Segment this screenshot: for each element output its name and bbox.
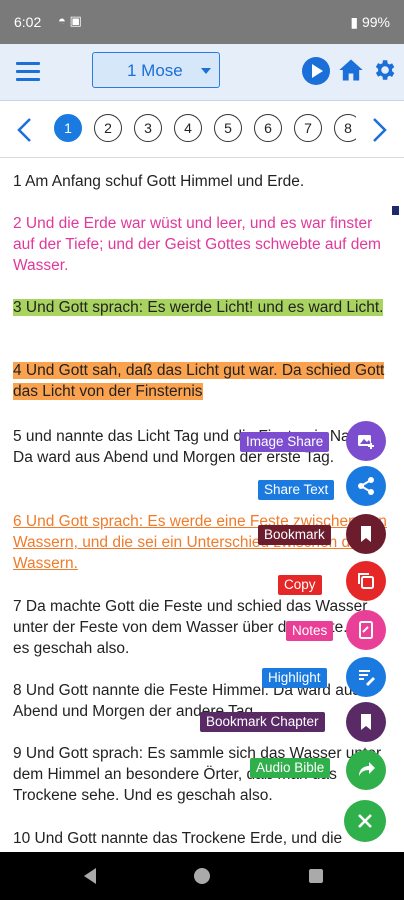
chapter-6[interactable]: 6 xyxy=(254,114,282,142)
status-bar: 6:02 ◓ ▣ ▮ 99% xyxy=(0,0,404,44)
image-share-label[interactable]: Image Share xyxy=(240,432,330,452)
bookmark-icon xyxy=(361,526,371,542)
battery-percent: 99% xyxy=(361,14,390,30)
chapter-5[interactable]: 5 xyxy=(214,114,242,142)
home-circle-icon[interactable] xyxy=(194,868,210,884)
book-dropdown-value: 1 Mose xyxy=(127,61,183,80)
status-time: 6:02 xyxy=(14,14,42,30)
verse-content[interactable]: 1 Am Anfang schuf Gott Himmel und Erde. … xyxy=(0,158,404,852)
chapter-7[interactable]: 7 xyxy=(294,114,322,142)
chapter-1[interactable]: 1 xyxy=(54,114,82,142)
close-icon xyxy=(358,814,372,828)
close-fab-button[interactable] xyxy=(344,800,386,842)
app-bar: 1 Mose xyxy=(0,44,404,101)
chapter-8[interactable]: 8 xyxy=(334,114,356,142)
share-text-label[interactable]: Share Text xyxy=(258,480,335,500)
notes-label[interactable]: Notes xyxy=(286,621,334,641)
gear-icon[interactable] xyxy=(371,57,397,83)
chevron-right-icon[interactable] xyxy=(368,117,390,143)
bookmark-icon xyxy=(392,206,399,215)
copy-button[interactable] xyxy=(346,561,386,601)
battery-level: ▮ 99% xyxy=(350,14,390,30)
verse-10[interactable]: 10 Und Gott nannte das Trockene Erde, un… xyxy=(13,828,391,849)
image-share-icon xyxy=(358,435,374,449)
bookmark-chapter-button[interactable] xyxy=(346,702,386,742)
notes-button[interactable] xyxy=(346,610,386,650)
chevron-down-icon xyxy=(201,68,211,74)
back-icon[interactable] xyxy=(84,868,96,884)
verse-1[interactable]: 1 Am Anfang schuf Gott Himmel und Erde. xyxy=(13,171,391,192)
book-dropdown[interactable]: 1 Mose xyxy=(92,52,220,88)
chapter-3[interactable]: 3 xyxy=(134,114,162,142)
home-icon[interactable] xyxy=(337,56,365,84)
system-nav-bar xyxy=(0,852,404,900)
audio-bible-label[interactable]: Audio Bible xyxy=(250,758,331,778)
chevron-left-icon[interactable] xyxy=(14,117,36,143)
verse-9[interactable]: 9 Und Gott sprach: Es sammle sich das Wa… xyxy=(13,743,391,806)
verse-3[interactable]: 3 Und Gott sprach: Es werde Licht! und e… xyxy=(13,297,391,318)
audio-share-icon xyxy=(359,762,375,776)
bookmark-chapter-label[interactable]: Bookmark Chapter xyxy=(200,712,325,732)
chapter-2[interactable]: 2 xyxy=(94,114,122,142)
share-icon xyxy=(358,477,374,495)
copy-icon xyxy=(358,573,374,589)
copy-label[interactable]: Copy xyxy=(278,575,322,595)
highlight-icon xyxy=(359,670,375,686)
audio-bible-button[interactable] xyxy=(346,750,386,790)
menu-icon[interactable] xyxy=(16,62,40,82)
notes-icon xyxy=(359,621,373,639)
chapter-bar: 12345678 xyxy=(0,101,404,158)
share-text-button[interactable] xyxy=(346,466,386,506)
chapter-4[interactable]: 4 xyxy=(174,114,202,142)
bookmark-chapter-icon xyxy=(361,714,371,730)
chapter-list: 12345678 xyxy=(54,114,356,146)
verse-2[interactable]: 2 Und die Erde war wüst und leer, und es… xyxy=(13,213,391,276)
bookmark-button[interactable] xyxy=(346,514,386,554)
recent-apps-icon[interactable] xyxy=(309,869,323,883)
verse-5[interactable]: 5 und nannte das Licht Tag und die Finst… xyxy=(13,426,391,468)
play-icon[interactable] xyxy=(302,57,330,85)
verse-6[interactable]: 6 Und Gott sprach: Es werde eine Feste z… xyxy=(13,511,391,574)
image-share-button[interactable] xyxy=(346,421,386,461)
highlight-label[interactable]: Highlight xyxy=(262,668,327,688)
bookmark-label[interactable]: Bookmark xyxy=(258,525,331,545)
verse-7[interactable]: 7 Da machte Gott die Feste und schied da… xyxy=(13,596,391,659)
highlight-button[interactable] xyxy=(346,657,386,697)
notification-icons: ◓ ▣ xyxy=(58,13,82,28)
verse-4[interactable]: 4 Und Gott sah, daß das Licht gut war. D… xyxy=(13,360,391,402)
